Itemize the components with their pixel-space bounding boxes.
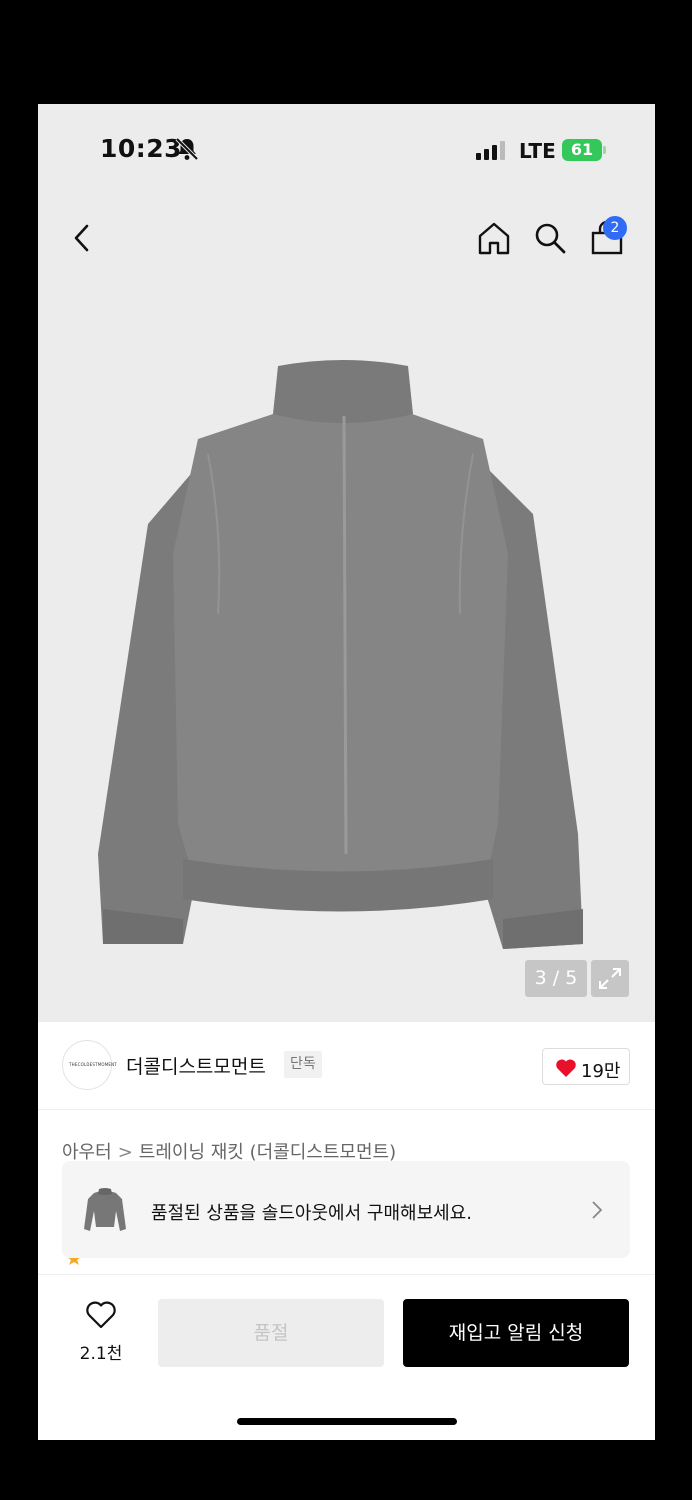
- banner-text: 품절된 상품을 솔드아웃에서 구매해보세요.: [151, 1203, 472, 1224]
- banner-product-thumbnail: [84, 1188, 126, 1231]
- search-icon[interactable]: [532, 220, 568, 256]
- brand-like-button[interactable]: 19만: [542, 1048, 630, 1085]
- divider: [38, 1274, 655, 1275]
- product-photo-jacket[interactable]: [88, 354, 588, 954]
- top-nav: [38, 204, 655, 274]
- soldout-promo-banner[interactable]: 품절된 상품을 솔드아웃에서 구매해보세요.: [62, 1161, 630, 1258]
- chevron-right-icon: [592, 1201, 603, 1219]
- brand-row[interactable]: THECOLDESTMOMENT 더콜디스트모먼트 단독 19만: [38, 1022, 655, 1110]
- status-bar: 10:23 LTE 61: [38, 104, 655, 196]
- restock-alert-button[interactable]: 재입고 알림 신청: [403, 1299, 629, 1367]
- breadcrumb-separator: >: [117, 1142, 133, 1163]
- home-icon[interactable]: [476, 220, 512, 256]
- app-screen: 10:23 LTE 61 2 3 / 5 THECOLDESTMOMENT 더콜…: [38, 104, 655, 1440]
- brand-logo[interactable]: THECOLDESTMOMENT: [62, 1040, 117, 1090]
- network-type: LTE: [519, 139, 556, 163]
- brand-logo-text: THECOLDESTMOMENT: [69, 1062, 117, 1067]
- breadcrumb-category[interactable]: 아우터: [62, 1142, 112, 1163]
- brand-name[interactable]: 더콜디스트모먼트: [126, 1052, 266, 1079]
- heart-outline-icon: [86, 1301, 116, 1329]
- bell-slash-icon: [175, 137, 199, 161]
- battery-cap: [603, 146, 606, 154]
- wishlist-button[interactable]: 2.1천: [68, 1294, 134, 1370]
- back-icon[interactable]: [68, 220, 98, 256]
- battery-level: 61: [562, 139, 602, 161]
- exclusive-tag: 단독: [284, 1051, 322, 1078]
- image-page-indicator: 3 / 5: [525, 960, 587, 997]
- product-gallery[interactable]: 10:23 LTE 61 2 3 / 5: [38, 104, 655, 1022]
- heart-filled-icon: [556, 1059, 576, 1077]
- cart-count-badge: 2: [603, 216, 627, 240]
- home-indicator[interactable]: [237, 1418, 457, 1425]
- brand-like-count: 19만: [581, 1061, 621, 1082]
- status-time: 10:23: [100, 134, 183, 163]
- soldout-button: 품절: [158, 1299, 384, 1367]
- expand-icon[interactable]: [591, 960, 629, 997]
- signal-icon: [476, 141, 505, 160]
- bottom-action-bar: 2.1천 품절 재입고 알림 신청: [38, 1284, 655, 1394]
- wishlist-count: 2.1천: [79, 1344, 123, 1364]
- breadcrumb-subcategory[interactable]: 트레이닝 재킷 (더콜디스트모먼트): [139, 1142, 396, 1163]
